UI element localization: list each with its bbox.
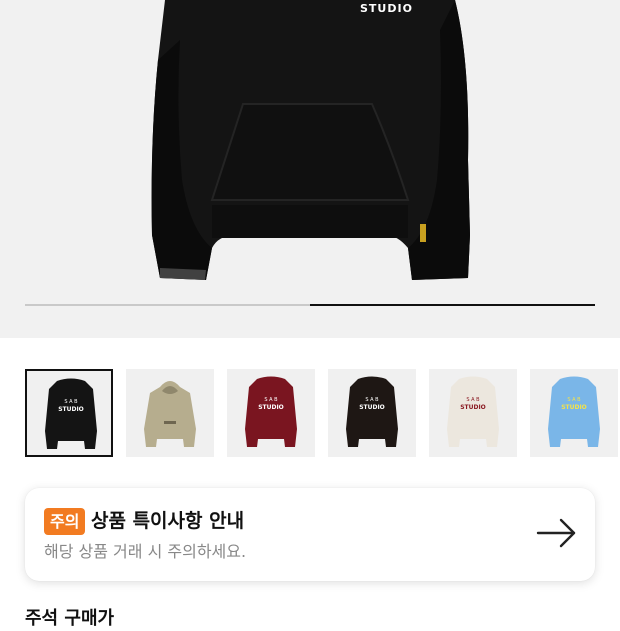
svg-text:S A B: S A B bbox=[264, 397, 278, 403]
caution-badge: 주의 bbox=[44, 508, 86, 535]
svg-text:S A B: S A B bbox=[567, 397, 581, 403]
thumbnail-strip: S A B STUDIO S A B STUDIO S A B STUDIO S… bbox=[25, 369, 620, 459]
thumbnail-cream[interactable]: S A B STUDIO bbox=[429, 369, 517, 457]
svg-text:S A B: S A B bbox=[365, 397, 379, 403]
thumbnail-beige[interactable] bbox=[126, 369, 214, 457]
thumbnail-black[interactable]: S A B STUDIO bbox=[25, 369, 113, 457]
hoodie-thumbnail-image bbox=[144, 381, 196, 447]
thumbnail-sky-blue[interactable]: S A B STUDIO bbox=[530, 369, 618, 457]
svg-text:STUDIO: STUDIO bbox=[561, 404, 587, 411]
hoodie-thumbnail-image: S A B STUDIO bbox=[548, 376, 600, 447]
notice-title: 상품 특이사항 안내 bbox=[91, 510, 245, 532]
product-image-carousel[interactable]: STUDIO bbox=[0, 0, 620, 338]
hoodie-thumbnail-image: S A B STUDIO bbox=[245, 376, 297, 447]
svg-text:S A B: S A B bbox=[466, 397, 480, 403]
notice-description: 해당 상품 거래 시 주의하세요. bbox=[44, 542, 247, 561]
svg-text:STUDIO: STUDIO bbox=[460, 404, 486, 411]
svg-text:STUDIO: STUDIO bbox=[359, 404, 385, 411]
carousel-progress-fill bbox=[310, 304, 595, 306]
section-title: 주석 구매가 bbox=[25, 608, 115, 629]
arrow-right-icon[interactable] bbox=[536, 518, 578, 548]
hero-print-text: STUDIO bbox=[360, 2, 413, 15]
svg-text:S A B: S A B bbox=[64, 399, 78, 405]
thumbnail-dark-brown[interactable]: S A B STUDIO bbox=[328, 369, 416, 457]
hoodie-thumbnail-image: S A B STUDIO bbox=[346, 376, 398, 447]
svg-text:STUDIO: STUDIO bbox=[258, 404, 284, 411]
svg-text:STUDIO: STUDIO bbox=[58, 406, 84, 413]
thumbnail-burgundy[interactable]: S A B STUDIO bbox=[227, 369, 315, 457]
hoodie-image bbox=[151, 0, 470, 280]
hoodie-thumbnail-image: S A B STUDIO bbox=[447, 376, 499, 447]
product-notice-card[interactable]: 주의 상품 특이사항 안내 해당 상품 거래 시 주의하세요. bbox=[25, 488, 595, 581]
hoodie-thumbnail-image: S A B STUDIO bbox=[45, 378, 97, 449]
carousel-progress-bar bbox=[25, 304, 595, 306]
